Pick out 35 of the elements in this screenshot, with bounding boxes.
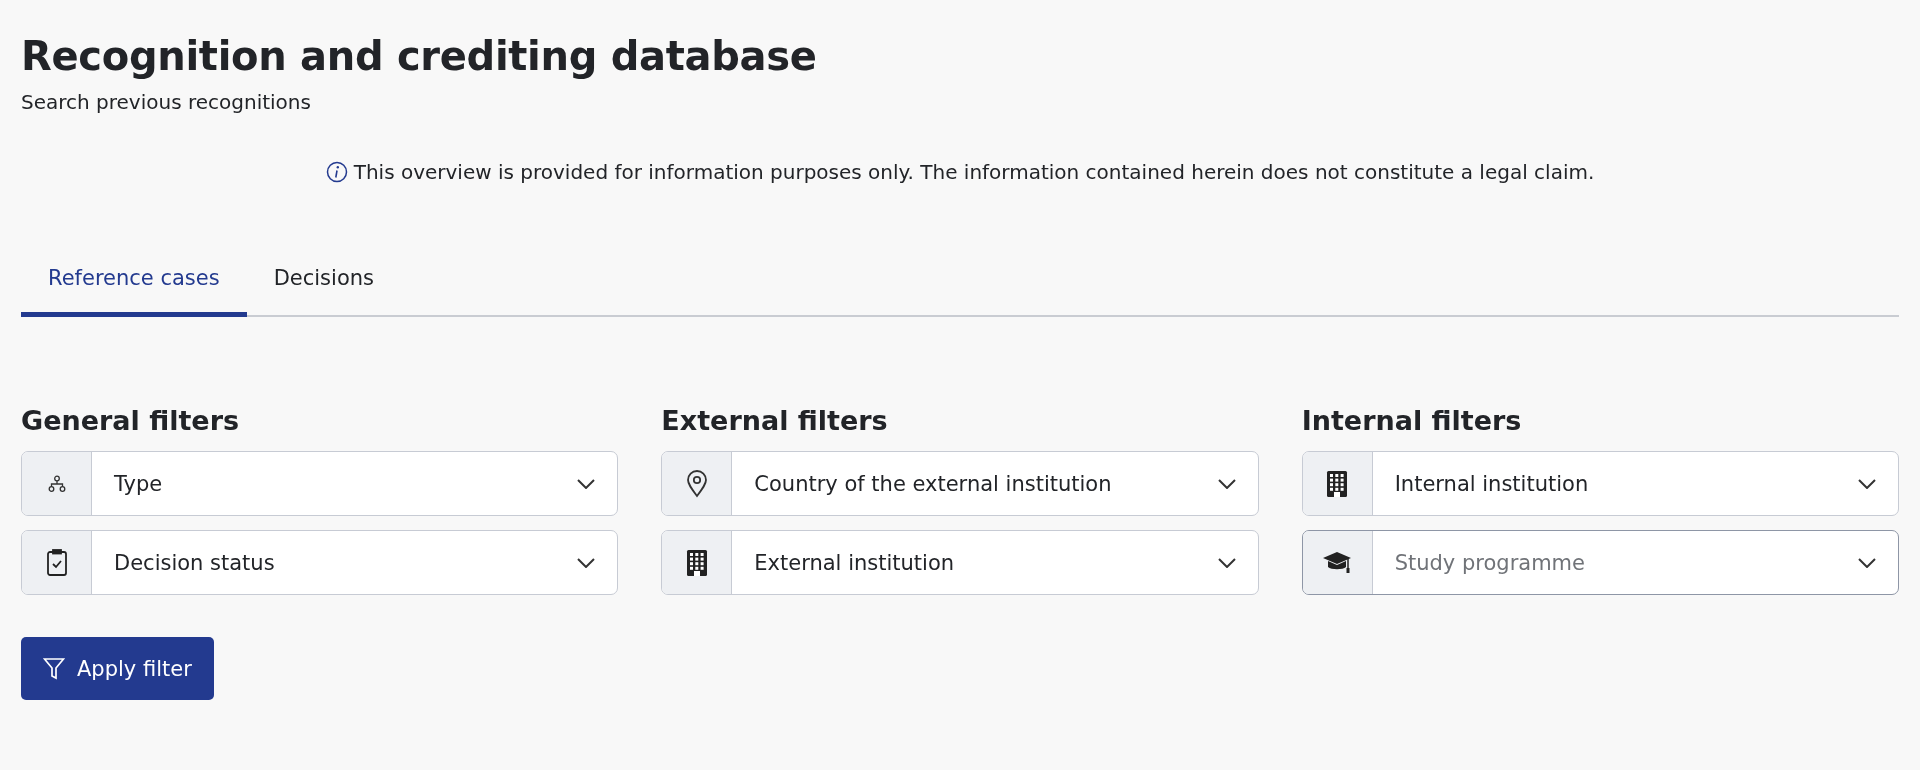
chevron-down-icon <box>1217 478 1236 489</box>
chevron-down-icon <box>577 478 596 489</box>
section-heading: External filters <box>661 404 888 438</box>
chevron-down-icon <box>1217 557 1236 568</box>
page-subtitle: Search previous recognitions <box>21 90 311 114</box>
tab[interactable]: Reference cases <box>21 252 247 317</box>
location-pin-icon <box>685 469 708 498</box>
page-title: Recognition and crediting database <box>21 32 818 81</box>
section-heading: Internal filters <box>1301 404 1522 438</box>
building-icon <box>685 548 708 577</box>
select-value: Type <box>114 471 163 496</box>
select-field[interactable]: Study programme <box>1301 530 1899 595</box>
select-field[interactable]: External institution <box>661 530 1259 595</box>
select-field[interactable]: Type <box>21 451 619 516</box>
building-icon <box>1326 469 1349 498</box>
info-icon <box>325 161 348 183</box>
select-field[interactable]: Country of the external institution <box>661 451 1259 516</box>
notice-text: This overview is provided for information purposes only. The information contained herein does not constitute a legal claim. <box>353 160 1595 184</box>
hierarchy-icon <box>47 474 66 493</box>
section-heading: General filters <box>21 404 240 438</box>
select-field[interactable]: Decision status <box>21 530 619 595</box>
chevron-down-icon <box>1858 478 1876 489</box>
graduation-cap-icon <box>1322 549 1353 576</box>
select-field[interactable]: Internal institution <box>1301 451 1899 516</box>
chevron-down-icon <box>1858 557 1876 568</box>
select-value: Internal institution <box>1394 471 1589 496</box>
select-value: Decision status <box>114 550 275 575</box>
select-placeholder: Study programme <box>1394 550 1585 575</box>
select-value: Country of the external institution <box>754 471 1112 496</box>
select-value: External institution <box>754 550 955 575</box>
filter-icon <box>43 656 65 681</box>
clipboard-check-icon <box>45 548 68 577</box>
chevron-down-icon <box>577 557 596 568</box>
tab[interactable]: Decisions <box>246 252 401 317</box>
apply-filter-button[interactable]: Apply filter <box>21 637 214 700</box>
